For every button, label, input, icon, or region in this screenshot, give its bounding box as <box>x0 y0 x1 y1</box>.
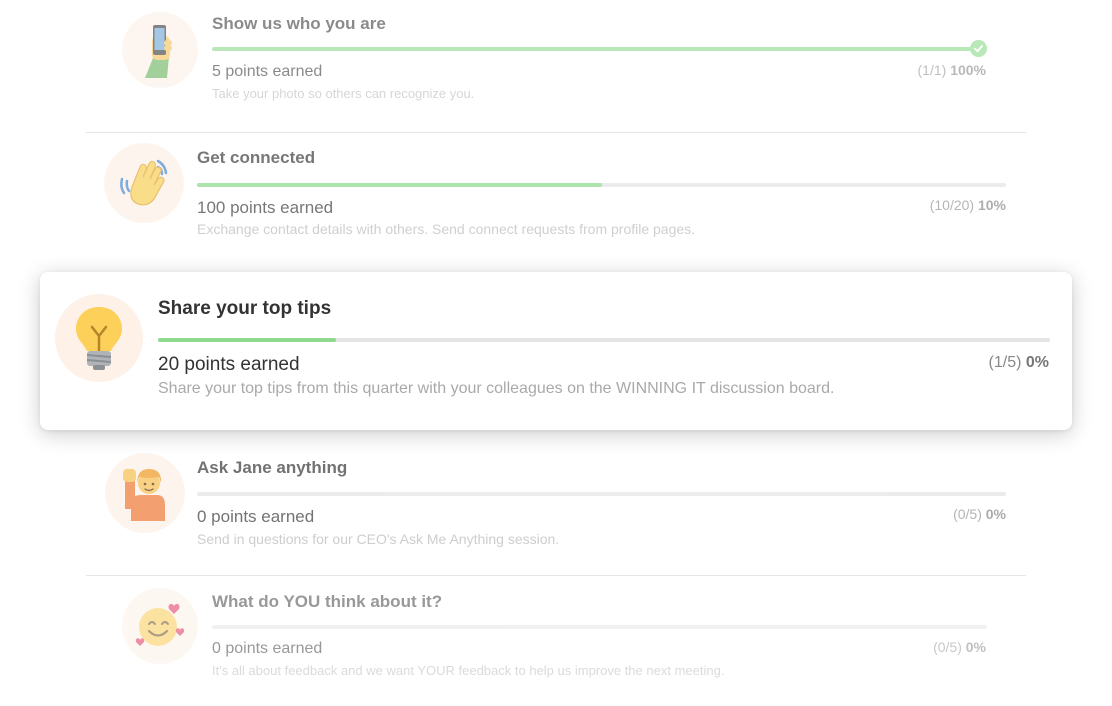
task-description: Share your top tips from this quarter wi… <box>158 380 835 397</box>
person-raising-hand-icon <box>105 453 185 533</box>
task-row[interactable]: Show us who you are 5 points earned Take… <box>0 0 1112 130</box>
progress-fill <box>158 338 337 342</box>
points-earned: 100 points earned <box>197 198 334 217</box>
divider <box>86 575 1026 576</box>
smiling-face-with-hearts-icon <box>122 588 198 664</box>
task-title: What do YOU think about it? <box>212 592 443 611</box>
progress-bar <box>158 338 1050 342</box>
task-description: Take your photo so others can recognize … <box>212 86 475 101</box>
task-count: (1/1) <box>917 62 947 78</box>
task-percent: 0% <box>985 506 1006 522</box>
points-earned: 20 points earned <box>158 354 300 375</box>
task-row[interactable]: Ask Jane anything 0 points earned Send i… <box>0 444 1112 572</box>
task-stats: (0/5) 0% <box>933 639 986 655</box>
points-earned: 0 points earned <box>212 640 323 657</box>
task-count: (0/5) <box>953 506 982 522</box>
task-count: (0/5) <box>933 639 962 655</box>
task-stats: (0/5) 0% <box>953 506 1006 522</box>
check-icon <box>970 40 987 57</box>
task-title: Show us who you are <box>212 14 386 33</box>
task-title: Get connected <box>197 148 316 167</box>
progress-fill <box>197 183 602 187</box>
task-title: Ask Jane anything <box>197 458 348 477</box>
task-stats: (1/5) 0% <box>989 354 1049 372</box>
progress-bar <box>197 183 1006 187</box>
phone-in-hand-icon <box>122 12 198 88</box>
task-card-highlighted[interactable]: Share your top tips 20 points earned Sha… <box>40 272 1072 430</box>
task-description: Exchange contact details with others. Se… <box>197 221 696 237</box>
points-earned: 0 points earned <box>197 507 315 526</box>
progress-bar <box>197 492 1006 496</box>
progress-bar <box>212 625 987 629</box>
progress-fill <box>212 47 980 51</box>
task-count: (1/5) <box>988 354 1022 371</box>
task-title: Share your top tips <box>158 298 332 319</box>
light-bulb-icon <box>55 294 143 382</box>
points-earned: 5 points earned <box>212 63 323 80</box>
divider <box>86 132 1026 133</box>
task-count: (10/20) <box>929 197 975 213</box>
task-percent: 100% <box>950 62 986 78</box>
task-description: It's all about feedback and we want YOUR… <box>212 663 725 678</box>
task-stats: (1/1) 100% <box>918 62 987 78</box>
waving-hand-icon <box>104 143 184 223</box>
task-row[interactable]: Get connected 100 points earned Exchange… <box>0 134 1112 254</box>
progress-bar <box>212 47 980 51</box>
task-description: Send in questions for our CEO's Ask Me A… <box>197 531 560 547</box>
task-percent: 0% <box>1025 354 1049 371</box>
task-percent: 0% <box>965 639 986 655</box>
task-row[interactable]: What do YOU think about it? 0 points ear… <box>0 578 1112 706</box>
task-percent: 10% <box>977 197 1006 213</box>
task-stats: (10/20) 10% <box>930 197 1006 213</box>
